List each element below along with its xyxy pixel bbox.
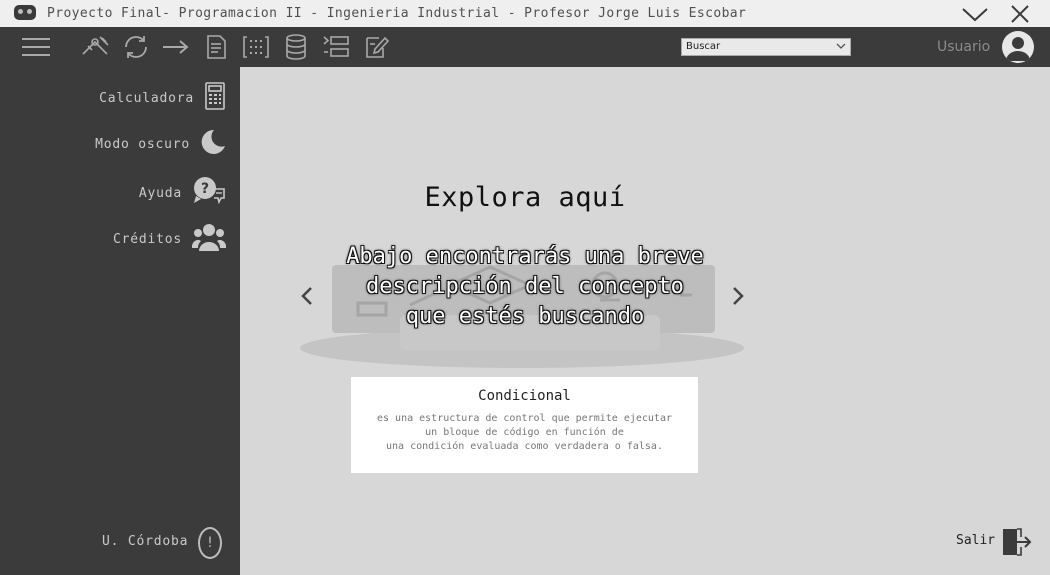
carousel-next-icon[interactable] [728,284,748,308]
sidebar-item-label: Créditos [112,231,182,247]
user-avatar-icon[interactable] [1002,31,1034,63]
search-dropdown[interactable]: Buscar [681,38,851,56]
window-title: Proyecto Final- Programacion II - Ingeni… [47,6,747,21]
user-label: Usuario [937,39,991,55]
sidebar-item-label: Calculadora [99,90,194,106]
university-label: U. Córdoba [102,534,189,549]
users-group-icon [191,222,227,256]
tool-compass-icon[interactable] [80,32,110,62]
concept-card: Condicional es una estructura de control… [351,377,698,473]
edit-icon[interactable] [362,32,392,62]
concept-description: es una estructura de control que permite… [376,413,672,452]
toolbar: Usuario [0,27,1050,67]
help-chat-icon: ? [192,176,226,210]
sidebar-item-modo-oscuro[interactable]: Modo oscuro [95,129,226,159]
database-icon[interactable] [281,32,311,62]
arrow-right-icon[interactable] [161,32,191,62]
svg-text:?: ? [201,181,209,197]
sidebar-item-ayuda[interactable]: Ayuda ? [139,176,226,210]
close-icon[interactable] [1000,0,1040,27]
exit-door-icon[interactable] [1000,526,1032,562]
page-title: Explora aquí [424,182,626,213]
menu-icon[interactable] [20,32,52,62]
chevron-down-icon [836,41,846,54]
caption-line: descripción del concepto [366,274,684,299]
sidebar-item-calculadora[interactable]: Calculadora [99,82,226,114]
caption-line: que estés buscando [405,304,645,329]
sidebar: Calculadora Modo oscuro Ayuda ? Créditos [0,67,240,575]
sidebar-item-label: Modo oscuro [95,136,190,152]
carousel-prev-icon[interactable] [297,284,317,308]
university-logo-icon: ! [198,527,222,559]
minimize-chevron-icon[interactable] [955,0,995,27]
matrix-icon[interactable] [241,32,271,62]
list-icon[interactable] [321,32,351,62]
cycle-icon[interactable] [121,32,151,62]
sidebar-item-label: Ayuda [138,185,182,201]
calculator-icon [204,82,226,114]
moon-icon [200,129,226,159]
exit-label[interactable]: Salir [956,533,995,548]
concept-title: Condicional [478,388,571,404]
carousel-caption: Abajo encontrarás una breve descripción … [320,242,730,332]
sidebar-item-creditos[interactable]: Créditos [112,222,227,256]
document-icon[interactable] [201,32,231,62]
title-bar: Proyecto Final- Programacion II - Ingeni… [0,0,1050,27]
search-value: Buscar [686,41,721,52]
app-logo-icon [14,5,36,20]
caption-line: Abajo encontrarás una breve [346,244,704,269]
